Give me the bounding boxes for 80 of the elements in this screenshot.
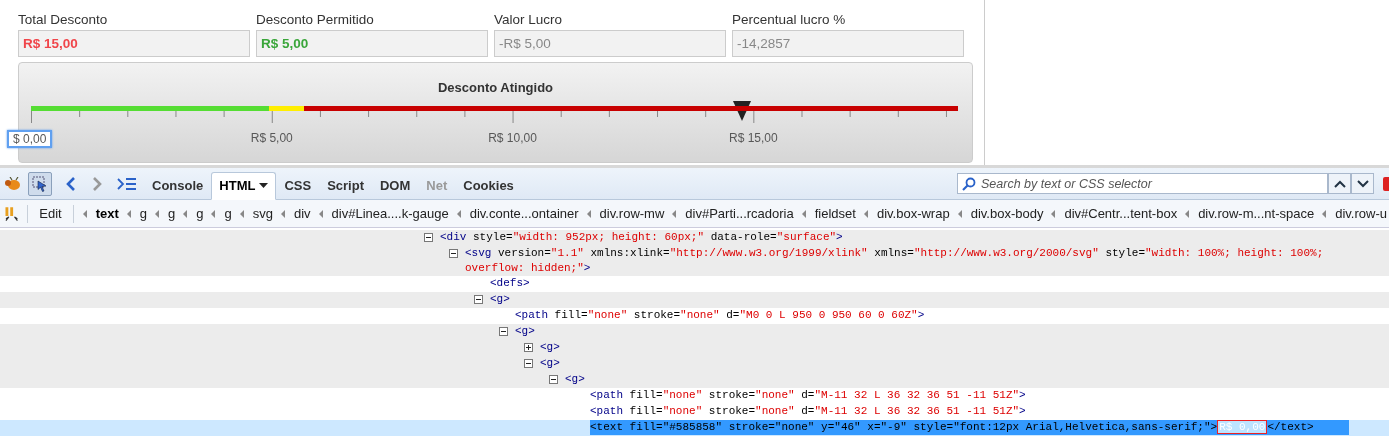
- command-line-icon[interactable]: [117, 176, 137, 191]
- breadcrumb-item[interactable]: g: [137, 206, 149, 221]
- inspect-button[interactable]: [28, 171, 52, 196]
- html-node[interactable]: <g>: [490, 292, 510, 307]
- separator-icon: [456, 209, 462, 218]
- breadcrumb-item[interactable]: g: [166, 206, 178, 221]
- breadcrumb-item[interactable]: div.row-u: [1333, 206, 1389, 221]
- close-icon[interactable]: [1383, 176, 1389, 191]
- separator-icon: [183, 209, 189, 218]
- breadcrumb-item[interactable]: div.box-wrap: [874, 206, 952, 221]
- breadcrumb-item[interactable]: g: [194, 206, 206, 221]
- expand-icon[interactable]: [524, 343, 533, 352]
- separator-icon: [1051, 209, 1057, 218]
- separator-icon: [1185, 209, 1191, 218]
- panel-tab[interactable]: Script: [319, 171, 372, 200]
- breadcrumb-item[interactable]: div#Centr...tent-box: [1062, 206, 1180, 221]
- html-node[interactable]: <g>: [540, 340, 560, 355]
- gauge-title: Desconto Atingido: [437, 80, 554, 95]
- breadcrumb-item[interactable]: div: [291, 206, 313, 221]
- bug-icon[interactable]: [4, 176, 22, 191]
- next-button[interactable]: [1351, 173, 1374, 194]
- separator-icon: [801, 209, 807, 218]
- html-node[interactable]: <path fill="none" stroke="none" d="M-11 32 L 36 32 36 51 -11 51Z">: [590, 404, 1026, 419]
- breadcrumb-item[interactable]: svg: [250, 206, 275, 221]
- separator-icon: [586, 209, 592, 218]
- collapse-icon[interactable]: [524, 359, 533, 368]
- search-field[interactable]: Search by text or CSS selector: [957, 173, 1328, 194]
- separator-icon: [155, 209, 160, 218]
- collapse-icon[interactable]: [549, 375, 558, 384]
- panel-tab[interactable]: Cookies: [455, 171, 522, 200]
- separator-icon: [1322, 209, 1328, 218]
- field-label: Valor Lucro: [494, 12, 564, 29]
- separator-icon: [82, 209, 88, 218]
- collapse-icon[interactable]: [474, 295, 483, 304]
- field-label: Total Desconto: [18, 12, 109, 29]
- separator-icon: [863, 209, 869, 218]
- field-label: Percentual lucro %: [732, 12, 847, 29]
- breadcrumb-item[interactable]: fieldset: [812, 206, 858, 221]
- separator-icon: [239, 209, 245, 218]
- separator-icon: [318, 209, 324, 218]
- scale-label: R$ 5,00: [249, 130, 294, 146]
- edit-button[interactable]: Edit: [37, 206, 64, 221]
- breadcrumb-item[interactable]: div.row-m...nt-space: [1196, 206, 1317, 221]
- html-node[interactable]: <defs>: [490, 276, 530, 291]
- html-node[interactable]: <g>: [515, 324, 535, 339]
- breadcrumb-item[interactable]: text: [93, 206, 121, 221]
- panel-tab[interactable]: CSS: [276, 171, 320, 200]
- search-icon: [962, 176, 976, 191]
- breadcrumb-item[interactable]: div#Parti...rcadoria: [683, 206, 796, 221]
- separator-icon: [126, 209, 132, 218]
- panel-tab[interactable]: HTML: [211, 171, 277, 200]
- breadcrumb-item[interactable]: div.box-body: [968, 206, 1046, 221]
- scale-label: R$ 10,00: [487, 130, 538, 146]
- html-node[interactable]: <g>: [565, 372, 585, 387]
- scale-label: R$ 15,00: [728, 130, 779, 146]
- scale-label: $ 0,00: [7, 130, 53, 148]
- separator-icon: [211, 209, 217, 218]
- caret-icon[interactable]: [259, 182, 269, 189]
- breadcrumb-item[interactable]: div.row-mw: [597, 206, 667, 221]
- back-icon[interactable]: [65, 175, 77, 192]
- down-chevron-icon: [1356, 179, 1369, 188]
- separator-icon: [280, 209, 286, 218]
- collapse-icon[interactable]: [449, 249, 458, 258]
- html-node[interactable]: <text fill="#585858" stroke="none" y="46" x="-9" style="font:12px Arial,Helvetica,sans-serif;"> R$ 0,00 </text>: [590, 420, 1349, 435]
- html-node[interactable]: <path fill="none" stroke="none" d="M0 0 L 950 0 950 60 0 60Z">: [515, 308, 925, 323]
- breadcrumb-item[interactable]: div#Linea....k-gauge: [329, 206, 451, 221]
- html-node[interactable]: <g>: [540, 356, 560, 371]
- panel-tab[interactable]: Console: [144, 171, 212, 200]
- previous-button[interactable]: [1328, 173, 1351, 194]
- edit-mode-icon[interactable]: [5, 205, 19, 222]
- collapse-icon[interactable]: [424, 233, 433, 242]
- up-chevron-icon: [1333, 179, 1346, 188]
- breadcrumb-item[interactable]: div.conte...ontainer: [467, 206, 581, 221]
- breadcrumb-item[interactable]: g: [222, 206, 234, 221]
- panel-tab[interactable]: DOM: [372, 171, 419, 200]
- field-label: Desconto Permitido: [256, 12, 375, 29]
- separator-icon: [957, 209, 963, 218]
- collapse-icon[interactable]: [499, 327, 508, 336]
- html-node[interactable]: <path fill="none" stroke="none" d="M-11 32 L 36 32 36 51 -11 51Z">: [590, 388, 1026, 403]
- separator-icon: [672, 209, 678, 218]
